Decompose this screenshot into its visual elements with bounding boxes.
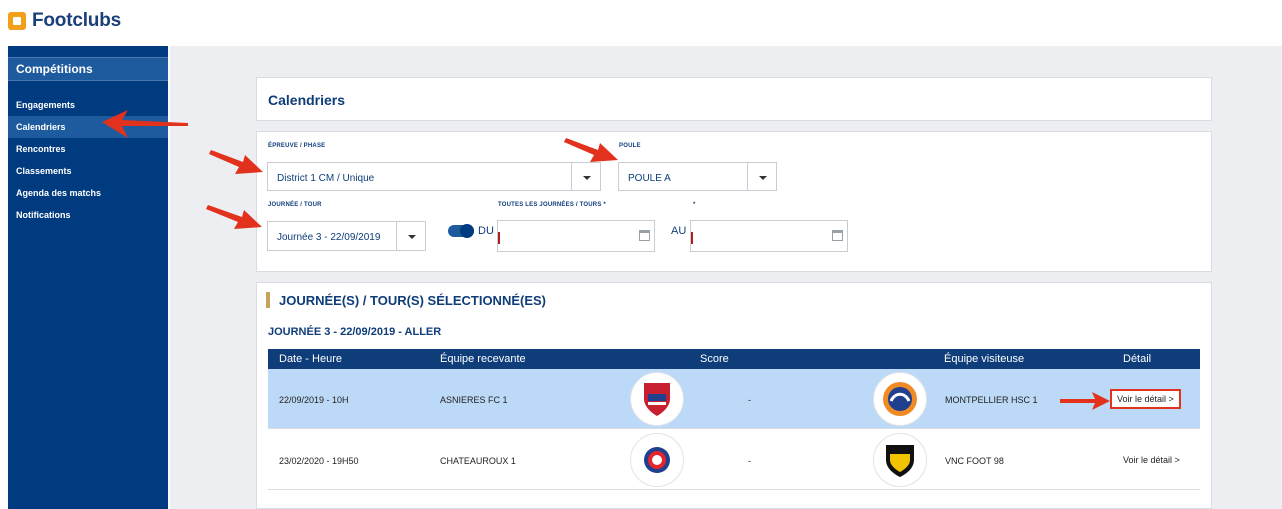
chevron-down-icon[interactable]: [747, 163, 776, 190]
poule-value: POULE A: [628, 173, 671, 184]
logo-icon: [8, 12, 26, 30]
au-label: AU: [671, 225, 687, 237]
match-date: 22/09/2019 - 10H: [279, 395, 349, 405]
required-marker: [498, 232, 500, 244]
sidebar-header[interactable]: Compétitions: [8, 57, 168, 81]
calendar-icon[interactable]: [832, 230, 843, 241]
section-title: JOURNÉE(S) / TOUR(S) SÉLECTIONNÉ(ES): [279, 293, 547, 308]
annotation-arrow-icon: [1060, 392, 1110, 410]
required-marker: [691, 232, 693, 244]
home-team: CHATEAUROUX 1: [440, 456, 516, 466]
date-from-input[interactable]: [497, 220, 655, 252]
away-team: MONTPELLIER HSC 1: [945, 395, 1038, 405]
annotation-arrow-icon: [564, 138, 618, 162]
date-range-toggle[interactable]: [448, 224, 474, 238]
du-label: DU: [478, 225, 494, 237]
annotation-arrow-icon: [206, 205, 262, 229]
round-title: JOURNÉE 3 - 22/09/2019 - ALLER: [268, 326, 442, 338]
chevron-down-icon[interactable]: [396, 222, 425, 250]
sidebar-item-notifications[interactable]: Notifications: [8, 204, 168, 226]
logo-text: Footclubs: [32, 10, 121, 31]
away-team-crest-icon: [873, 372, 927, 426]
sidebar-item-classements[interactable]: Classements: [8, 160, 168, 182]
away-team: VNC FOOT 98: [945, 456, 1004, 466]
sidebar-item-rencontres[interactable]: Rencontres: [8, 138, 168, 160]
annotation-arrow-icon: [102, 110, 188, 138]
col-score: Score: [700, 353, 729, 365]
away-team-crest-icon: [873, 433, 927, 487]
calendar-icon[interactable]: [639, 230, 650, 241]
journee-value: Journée 3 - 22/09/2019: [277, 232, 381, 243]
chevron-down-icon[interactable]: [571, 163, 600, 190]
journee-select[interactable]: Journée 3 - 22/09/2019: [267, 221, 426, 251]
col-date: Date - Heure: [279, 353, 342, 365]
match-date: 23/02/2020 - 19H50: [279, 456, 359, 466]
journee-label: JOURNÉE / TOUR: [268, 202, 322, 208]
page-title: Calendriers: [268, 92, 346, 108]
sidebar-item-agenda[interactable]: Agenda des matchs: [8, 182, 168, 204]
all-rounds-label: TOUTES LES JOURNÉES / TOURS *: [498, 202, 606, 208]
match-score: -: [748, 456, 751, 466]
col-detail: Détail: [1123, 353, 1152, 365]
poule-select[interactable]: POULE A: [618, 162, 777, 191]
title-card: [256, 77, 1212, 121]
table-header: Date - Heure Équipe recevante Score Équi…: [268, 349, 1200, 369]
date-to-input[interactable]: [690, 220, 848, 252]
top-bar: Footclubs: [0, 0, 1282, 46]
epreuve-select[interactable]: District 1 CM / Unique: [267, 162, 601, 191]
col-home: Équipe recevante: [440, 353, 526, 365]
home-team-crest-icon: [630, 372, 684, 426]
section-accent-bar: [266, 292, 270, 308]
epreuve-value: District 1 CM / Unique: [277, 173, 375, 184]
col-away: Équipe visiteuse: [944, 353, 1025, 365]
epreuve-label: ÉPREUVE / PHASE: [268, 143, 326, 149]
view-detail-link[interactable]: Voir le détail >: [1110, 389, 1181, 409]
home-team-crest-icon: [630, 433, 684, 487]
app-logo[interactable]: Footclubs: [8, 10, 121, 32]
match-score: -: [748, 395, 751, 405]
table-row[interactable]: 23/02/2020 - 19H50 CHATEAUROUX 1 - VNC F…: [268, 430, 1200, 490]
annotation-arrow-icon: [209, 150, 263, 174]
home-team: ASNIERES FC 1: [440, 395, 508, 405]
required-asterisk: *: [693, 202, 696, 208]
poule-label: POULE: [619, 143, 641, 149]
view-detail-link[interactable]: Voir le détail >: [1123, 455, 1180, 465]
